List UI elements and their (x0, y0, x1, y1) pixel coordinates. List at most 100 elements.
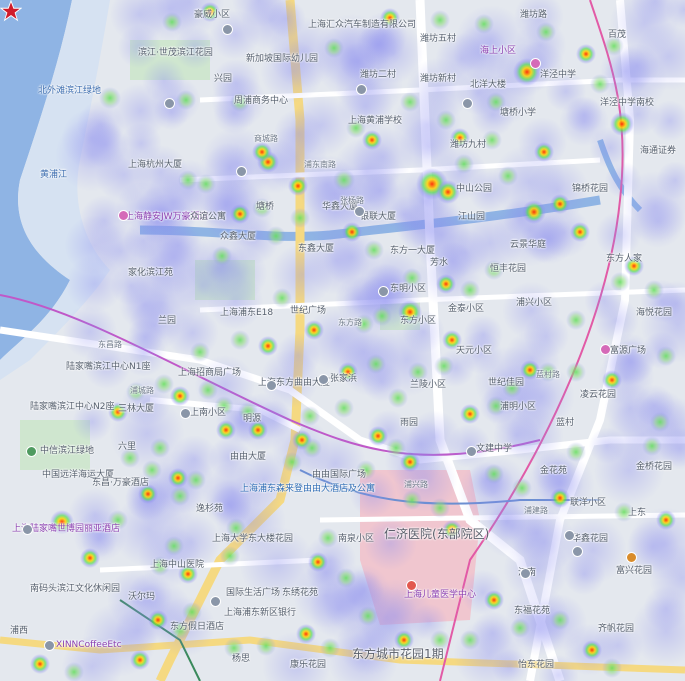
label-xinjiapo: 新加坡国际幼儿园 (246, 54, 319, 64)
heat-spot (644, 280, 664, 300)
heat-spot (642, 436, 662, 456)
label-dongfang-hotel: 东方假日酒店 (170, 622, 225, 632)
heat-haze (65, 255, 124, 313)
poi-marker[interactable] (180, 408, 191, 419)
poi-marker[interactable] (26, 446, 37, 457)
label-haowei: 豪威小区 (194, 10, 231, 20)
label-dongchang-marriott: 东昌·万豪酒店 (92, 478, 149, 488)
heat-spot (656, 510, 676, 530)
heat-spot (150, 438, 170, 458)
heat-spot (130, 650, 150, 670)
heat-spot (282, 452, 302, 472)
heat-spot (656, 346, 676, 366)
hotel-marker-star-icon[interactable] (0, 0, 22, 22)
marker-caption: 上海浦东森来登由由大酒店及公寓 (240, 484, 376, 494)
label-weifang-2: 潍坊二村 (360, 70, 397, 80)
poi-marker[interactable] (462, 98, 473, 109)
heat-spot (30, 654, 50, 674)
heat-spot (590, 74, 610, 94)
poi-marker[interactable] (210, 596, 221, 607)
poi-marker[interactable] (236, 166, 247, 177)
label-zhouqiao: 周浦商务中心 (234, 96, 289, 106)
label-dongfang-building: 东方一大厦 (390, 246, 436, 256)
heat-spot (296, 624, 316, 644)
label-dongfang-ren2: 上海浦东新区银行 (224, 608, 297, 618)
label-fuxing: 富兴花园 (616, 566, 653, 576)
poi-marker[interactable] (530, 58, 541, 69)
heat-spot (512, 478, 532, 498)
poi-marker[interactable] (564, 530, 575, 541)
heat-haze (82, 121, 130, 169)
heat-spot (454, 154, 474, 174)
poi-marker[interactable] (354, 206, 365, 217)
heat-spot (266, 226, 286, 246)
label-baimao: 百茂 (608, 30, 627, 40)
label-yuyuan2: 雨园 (400, 418, 419, 428)
poi-marker[interactable] (466, 446, 477, 457)
heat-spot (430, 10, 450, 30)
heat-spot (99, 87, 121, 109)
label-shanghai-shangjian: 上海招商局广场 (178, 368, 242, 378)
label-yangjing-school2: 洋泾中学南校 (600, 98, 655, 108)
heat-spot (164, 536, 184, 556)
label-jinhua: 金花苑 (540, 466, 568, 476)
poi-marker[interactable] (356, 84, 367, 95)
heat-haze (361, 171, 400, 210)
label-jiangshan: 江山园 (458, 212, 486, 222)
poi-marker[interactable] (164, 98, 175, 109)
label-haitong: 海通证券 (640, 146, 677, 156)
label-jintai: 金泰小区 (448, 304, 485, 314)
poi-marker[interactable] (22, 524, 33, 535)
heat-spot (388, 388, 408, 408)
heat-spot (408, 362, 428, 382)
label-lanyuan: 兰园 (158, 316, 177, 326)
poi-marker[interactable] (520, 568, 531, 579)
heat-spot (170, 386, 190, 406)
label-zhanghe: 张家浜 (330, 374, 358, 384)
heat-spot (170, 486, 190, 506)
label-puxing: 浦兴小区 (516, 298, 553, 308)
label-zhangyang-road: 张杨路 (340, 196, 364, 205)
heat-haze (606, 396, 681, 472)
label-pujian-road: 浦建路 (524, 506, 548, 515)
heat-spot (474, 14, 494, 34)
label-youyou-intl: 由由国际广场 (312, 470, 367, 480)
heat-spot (324, 38, 344, 58)
heat-spot (148, 610, 168, 630)
heat-spot (190, 342, 210, 362)
heat-spot (142, 460, 162, 480)
poi-marker[interactable] (318, 374, 329, 385)
poi-marker[interactable] (572, 546, 583, 557)
heat-haze (520, 215, 569, 263)
heat-spot (342, 222, 362, 242)
heat-spot (430, 498, 450, 518)
label-lancun: 蓝村 (556, 418, 575, 428)
heat-spot (290, 208, 310, 228)
poi-marker[interactable] (600, 344, 611, 355)
label-lujiazui-binjiang: 陆家嘴滨江中心N1座 (66, 362, 151, 372)
heat-spot (550, 488, 570, 508)
label-fengli: 三林大厦 (118, 404, 155, 414)
heat-spot (484, 590, 504, 610)
heat-spot (364, 240, 384, 260)
heat-spot (300, 406, 320, 426)
label-renji: 仁济医院(东部院区) (384, 527, 490, 541)
poi-marker[interactable] (626, 552, 637, 563)
poi-hospital-marker[interactable] (406, 580, 417, 591)
map-canvas[interactable]: 滨江·世茂滨江花园 北外滩滨江绿地 黄浦江 上海杭州大厦 上海静安JW万豪酒店 … (0, 0, 685, 681)
poi-marker[interactable] (266, 380, 277, 391)
label-dongfang-hotel2: 兴园 (214, 74, 233, 84)
heat-spot (460, 630, 480, 650)
poi-marker[interactable] (222, 24, 233, 35)
label-lianyang: 联洋小区 (570, 498, 607, 508)
heat-spot (650, 412, 670, 432)
poi-marker[interactable] (118, 210, 129, 221)
heat-spot (436, 274, 456, 294)
heat-spot (602, 370, 622, 390)
heat-spot (252, 142, 272, 162)
label-shiji-plaza: 世纪广场 (290, 306, 327, 316)
label-nanquan: 南泉小区 (338, 534, 375, 544)
label-weifang-9: 潍坊九村 (450, 140, 487, 150)
poi-marker[interactable] (378, 286, 389, 297)
poi-marker[interactable] (44, 640, 55, 651)
